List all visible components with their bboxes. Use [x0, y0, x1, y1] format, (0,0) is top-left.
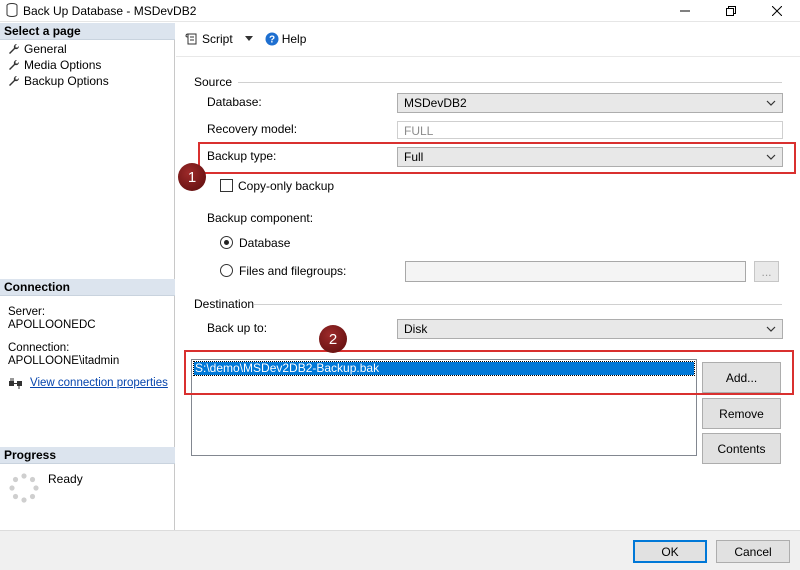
left-pane: Select a page General Media Options Back…: [0, 23, 175, 530]
help-button[interactable]: ? Help: [262, 30, 310, 48]
chevron-down-icon: [766, 326, 776, 332]
callout-destination-highlight: [184, 350, 794, 395]
progress-status: Ready: [48, 472, 83, 486]
toolbar-divider: [176, 56, 800, 57]
database-icon: [6, 3, 18, 17]
copy-only-label: Copy-only backup: [238, 179, 335, 193]
caret-down-icon: [244, 36, 253, 41]
page-item-label: Media Options: [24, 58, 102, 72]
view-connection-properties-link[interactable]: View connection properties: [30, 377, 168, 389]
minimize-icon: [680, 10, 690, 12]
svg-text:?: ?: [269, 35, 275, 46]
callout-badge-1: 1: [178, 163, 206, 191]
callout-backup-type-highlight: [198, 142, 796, 174]
progress-spinner-icon: [9, 473, 39, 503]
wrench-icon: [9, 75, 20, 86]
progress-header: Progress: [0, 447, 175, 464]
connection-value: APOLLOONE\itadmin: [8, 355, 120, 367]
ok-button[interactable]: OK: [633, 540, 707, 563]
database-value: MSDevDB2: [404, 96, 467, 110]
remove-button[interactable]: Remove: [702, 398, 781, 429]
minimize-button[interactable]: [662, 0, 708, 22]
page-item-backup-options[interactable]: Backup Options: [8, 73, 109, 89]
destination-header: Destination: [194, 297, 255, 311]
cancel-button[interactable]: Cancel: [716, 540, 790, 563]
source-header: Source: [194, 75, 233, 89]
backup-component-label: Backup component:: [207, 211, 314, 225]
page-item-label: Backup Options: [24, 74, 109, 88]
title-bar: Back Up Database - MSDevDB2: [0, 0, 800, 22]
back-up-to-label: Back up to:: [207, 321, 268, 335]
page-item-media-options[interactable]: Media Options: [8, 57, 101, 73]
help-icon: ?: [265, 32, 279, 46]
back-up-to-combo[interactable]: Disk: [397, 319, 783, 339]
database-combo[interactable]: MSDevDB2: [397, 93, 783, 113]
restore-icon: [726, 6, 736, 16]
callout-badge-2: 2: [319, 325, 347, 353]
connection-label: Connection:: [8, 342, 70, 354]
filegroups-browse-button: ...: [754, 261, 779, 282]
script-icon: [185, 33, 197, 45]
page-item-general[interactable]: General: [8, 41, 67, 57]
dialog-footer: OK Cancel: [0, 530, 800, 570]
close-icon: [772, 6, 782, 16]
main-pane: Script ? Help Source Database: MSDevDB2 …: [176, 23, 800, 530]
chevron-down-icon: [766, 100, 776, 106]
wrench-icon: [9, 59, 20, 70]
database-label: Database:: [207, 95, 262, 109]
connection-header: Connection: [0, 279, 175, 296]
recovery-model-label: Recovery model:: [207, 122, 298, 136]
select-page-header: Select a page: [0, 23, 175, 40]
maximize-button[interactable]: [708, 0, 754, 22]
component-database-label: Database: [239, 236, 291, 250]
window-title: Back Up Database - MSDevDB2: [23, 4, 197, 18]
close-button[interactable]: [754, 0, 800, 22]
contents-button[interactable]: Contents: [702, 433, 781, 464]
filegroups-field: [405, 261, 746, 282]
toolbar: Script ? Help: [176, 23, 800, 55]
recovery-model-field: FULL: [397, 121, 783, 139]
component-files-radio[interactable]: [220, 264, 233, 277]
plug-icon: [9, 378, 22, 389]
component-database-radio[interactable]: [220, 236, 233, 249]
source-divider: [238, 82, 782, 83]
destination-divider: [254, 304, 782, 305]
script-dropdown-button[interactable]: [242, 34, 256, 44]
help-label: Help: [281, 32, 307, 46]
wrench-icon: [9, 43, 20, 54]
copy-only-checkbox[interactable]: [220, 179, 233, 192]
script-button[interactable]: Script: [182, 30, 236, 48]
page-item-label: General: [24, 42, 67, 56]
server-value: APOLLOONEDC: [8, 319, 96, 331]
script-label: Script: [202, 32, 233, 46]
view-connection-properties[interactable]: View connection properties: [8, 377, 168, 389]
component-files-label: Files and filegroups:: [239, 264, 347, 278]
server-label: Server:: [8, 306, 46, 318]
back-up-to-value: Disk: [404, 322, 428, 336]
